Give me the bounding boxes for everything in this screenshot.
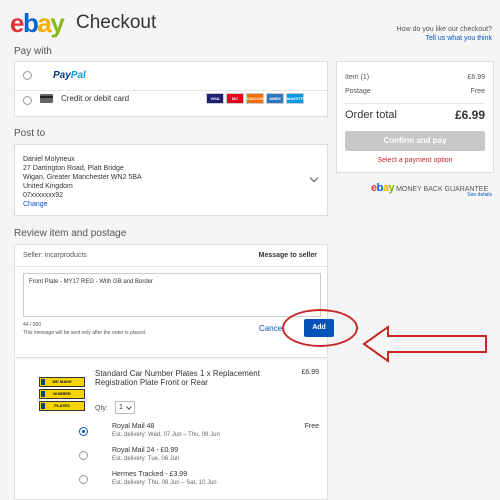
highlight-circle: [282, 309, 358, 347]
paypal-logo[interactable]: PayPal: [53, 70, 86, 81]
shipping-est: Est. delivery: Thu, 08 Jun – Sat, 10 Jun: [112, 480, 217, 486]
address-name: Daniel Molyneux: [23, 156, 75, 163]
logo-letter-e: e: [10, 8, 24, 38]
pay-with-title: Pay with: [14, 46, 52, 57]
plate-image-1: WE MAKE: [39, 377, 85, 387]
item-card: WE MAKE NUMBER PLATES Standard Car Numbe…: [14, 360, 328, 500]
page-title: Checkout: [76, 12, 157, 33]
post-to-title: Post to: [14, 128, 46, 139]
plate-image-3: PLATES: [39, 401, 85, 411]
see-details-link[interactable]: See details: [467, 192, 492, 198]
card-radio[interactable]: [23, 96, 32, 105]
feedback-question: How do you like our checkout?: [396, 26, 492, 33]
plate-image-2: NUMBER: [39, 389, 85, 399]
divider: [15, 90, 327, 91]
seller-row: Seller: incarproducts Message to seller: [15, 245, 327, 267]
feedback: How do you like our checkout? Tell us wh…: [397, 25, 492, 43]
seller-name: Seller: incarproducts: [23, 252, 87, 259]
cancel-button[interactable]: Cancel: [259, 324, 284, 333]
header: ebay Checkout How do you like our checko…: [0, 0, 500, 42]
summary-item-value: £6.99: [467, 74, 485, 81]
shipping-est: Est. delivery: Tue, 06 Jun: [112, 456, 180, 462]
annotation-arrow-icon: [362, 325, 487, 363]
logo-letter-a: a: [37, 8, 51, 38]
credit-card-icon: [40, 94, 53, 103]
logo-letter-y: y: [50, 8, 64, 38]
ebay-logo[interactable]: ebay: [10, 8, 65, 38]
summary-item-label: Item (1): [345, 74, 370, 81]
paypal-radio[interactable]: [23, 71, 32, 80]
order-total-label: Order total: [345, 109, 397, 121]
item-price: £6.99: [301, 369, 319, 376]
char-count: 44 / 500: [23, 322, 42, 328]
shipping-radio-royal-mail-24[interactable]: [79, 451, 88, 460]
shipping-radio-royal-mail-48[interactable]: [79, 427, 88, 436]
address-block: Daniel Molyneux 27 Dartington Road, Plat…: [23, 155, 142, 209]
message-textarea[interactable]: Front Plate - MY17 REG - With GB and Bor…: [23, 273, 321, 317]
confirm-and-pay-button[interactable]: Confirm and pay: [345, 131, 485, 151]
summary-postage-value: Free: [470, 88, 485, 95]
discover-icon: DISCOVER: [246, 93, 268, 104]
credit-card-label[interactable]: Credit or debit card: [61, 94, 129, 103]
review-title: Review item and postage: [14, 228, 127, 239]
shipping-name: Hermes Tracked - £3.99: [112, 471, 188, 478]
feedback-link[interactable]: Tell us what you think: [397, 34, 492, 43]
qty-select[interactable]: 1: [115, 401, 135, 414]
change-address-link[interactable]: Change: [23, 200, 142, 209]
qty-label: Qty:: [95, 405, 108, 412]
address-phone: 07xxxxxxx92: [23, 192, 64, 199]
mastercard-icon: MC: [226, 93, 244, 104]
shipping-name: Royal Mail 48: [112, 423, 155, 430]
pay-with-card: PayPal Credit or debit card VISA MC DISC…: [14, 61, 328, 117]
address-country: United Kingdom: [23, 183, 73, 190]
item-title[interactable]: Standard Car Number Plates 1 x Replaceme…: [95, 369, 285, 387]
review-card: Seller: incarproducts Message to seller …: [14, 244, 358, 358]
chevron-down-icon[interactable]: [309, 173, 319, 183]
shipping-name: Royal Mail 24 - £0.99: [112, 447, 179, 454]
order-total-value: £6.99: [454, 108, 485, 122]
post-to-card: Daniel Molyneux 27 Dartington Road, Plat…: [14, 144, 328, 216]
logo-letter-b: b: [22, 8, 39, 38]
maestro-icon: MAESTRO: [286, 93, 307, 104]
message-to-seller-link[interactable]: Message to seller: [259, 252, 317, 259]
select-payment-message: Select a payment option: [377, 157, 453, 164]
shipping-cost: Free: [304, 423, 319, 430]
visa-icon: VISA: [206, 93, 224, 104]
ebay-small-logo: ebay: [371, 182, 395, 194]
message-note: This message will be sent only after the…: [23, 330, 147, 336]
amex-icon: AMEX: [266, 93, 284, 104]
address-line1: 27 Dartington Road, Platt Bridge: [23, 165, 124, 172]
shipping-est: Est. delivery: Wed, 07 Jun – Thu, 08 Jun: [112, 432, 220, 438]
summary-postage-label: Postage: [345, 88, 371, 95]
divider: [345, 103, 485, 104]
order-summary-card: Item (1) £6.99 Postage Free Order total …: [336, 61, 494, 173]
address-line2: Wigan, Greater Manchester WN2 5BA: [23, 174, 142, 181]
shipping-radio-hermes[interactable]: [79, 475, 88, 484]
